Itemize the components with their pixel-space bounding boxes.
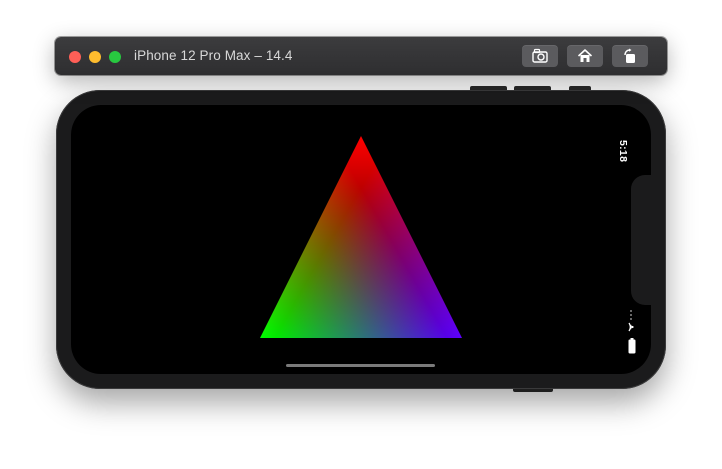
battery-icon (628, 338, 636, 354)
status-time: 5:18 (617, 140, 629, 163)
camera-icon (532, 48, 548, 63)
rotate-icon (624, 48, 635, 63)
screenshot-button[interactable] (522, 45, 558, 67)
sensor-notch (631, 175, 651, 305)
home-button[interactable] (567, 45, 603, 67)
window-title: iPhone 12 Pro Max – 14.4 (134, 48, 293, 63)
desktop-stage: iPhone 12 Pro Max – 14.4 5:18 (0, 0, 722, 469)
wifi-icon (628, 322, 634, 332)
home-indicator[interactable] (286, 364, 435, 367)
rotate-button[interactable] (612, 45, 648, 67)
device-screen[interactable]: 5:18 (71, 105, 651, 374)
zoom-window-button[interactable] (109, 51, 121, 63)
gradient-triangle (260, 136, 462, 338)
simulator-titlebar[interactable]: iPhone 12 Pro Max – 14.4 (55, 37, 667, 75)
iphone-device-frame: 5:18 (56, 90, 666, 389)
close-window-button[interactable] (69, 51, 81, 63)
home-icon (577, 49, 593, 62)
minimize-window-button[interactable] (89, 51, 101, 63)
